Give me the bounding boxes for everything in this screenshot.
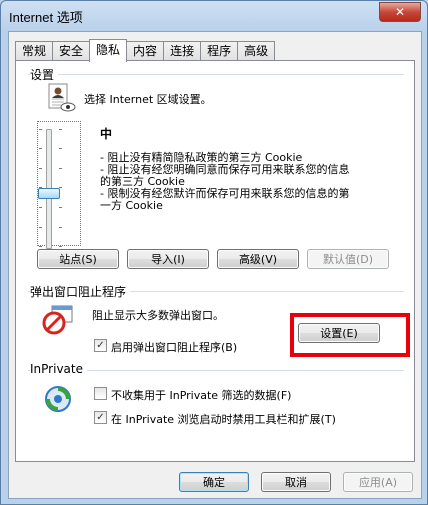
settings-group-line — [28, 74, 404, 75]
import-button[interactable]: 导入(I) — [127, 249, 209, 269]
close-button[interactable]: ✕ — [379, 2, 421, 22]
sites-button[interactable]: 站点(S) — [37, 249, 119, 269]
tab-general[interactable]: 常规 — [15, 41, 54, 61]
tab-privacy[interactable]: 隐私 — [89, 39, 128, 62]
no-collect-filter-data-label[interactable]: 不收集用于 InPrivate 筛选的数据(F) — [111, 387, 291, 403]
default-button[interactable]: 默认值(D) — [307, 249, 389, 269]
popup-description: 阻止显示大多数弹出窗口。 — [92, 309, 224, 322]
disable-toolbars-label[interactable]: 在 InPrivate 浏览启动时禁用工具栏和扩展(T) — [111, 411, 336, 427]
privacy-level-title: 中 — [100, 127, 113, 141]
privacy-doc-user-icon — [48, 83, 76, 112]
tab-security[interactable]: 安全 — [52, 41, 91, 61]
apply-button[interactable]: 应用(A) — [343, 472, 413, 492]
inprivate-group-label: InPrivate — [30, 362, 87, 376]
tab-programs[interactable]: 程序 — [200, 41, 239, 61]
tab-advanced[interactable]: 高级 — [237, 41, 276, 61]
internet-options-window: Internet 选项 ✕ 常规 安全 隐私 内容 连接 程序 高级 设置 选择… — [0, 0, 428, 505]
zone-text: 选择 Internet 区域设置。 — [84, 93, 212, 106]
no-collect-filter-data-checkbox[interactable] — [94, 387, 107, 400]
advanced-button[interactable]: 高级(V) — [217, 249, 299, 269]
privacy-rule-3-line-2: 一方 Cookie — [100, 199, 163, 212]
popup-group-label: 弹出窗口阻止程序 — [30, 283, 131, 300]
highlight-annotation-box — [290, 313, 410, 357]
window-title: Internet 选项 — [9, 10, 83, 25]
enable-popup-blocker-checkbox[interactable]: ✓ — [94, 339, 107, 352]
ok-button[interactable]: 确定 — [179, 472, 249, 492]
cancel-button[interactable]: 取消 — [261, 472, 331, 492]
enable-popup-blocker-label[interactable]: 启用弹出窗口阻止程序(B) — [111, 339, 237, 355]
popup-blocked-icon — [42, 305, 73, 335]
tab-strip: 常规 安全 隐私 内容 连接 程序 高级 — [15, 39, 276, 62]
settings-group-label: 设置 — [30, 66, 59, 83]
dialog-client-area: 常规 安全 隐私 内容 连接 程序 高级 设置 选择 Internet 区域设置 — [8, 31, 422, 499]
privacy-slider-thumb[interactable] — [38, 188, 60, 199]
privacy-panel: 设置 选择 Internet 区域设置。 中 - 阻止没有精简隐私政策的第三方 … — [15, 60, 415, 462]
tab-connections[interactable]: 连接 — [163, 41, 202, 61]
disable-toolbars-checkbox[interactable]: ✓ — [94, 411, 107, 424]
tab-content[interactable]: 内容 — [126, 41, 165, 61]
inprivate-refresh-icon — [45, 386, 71, 412]
